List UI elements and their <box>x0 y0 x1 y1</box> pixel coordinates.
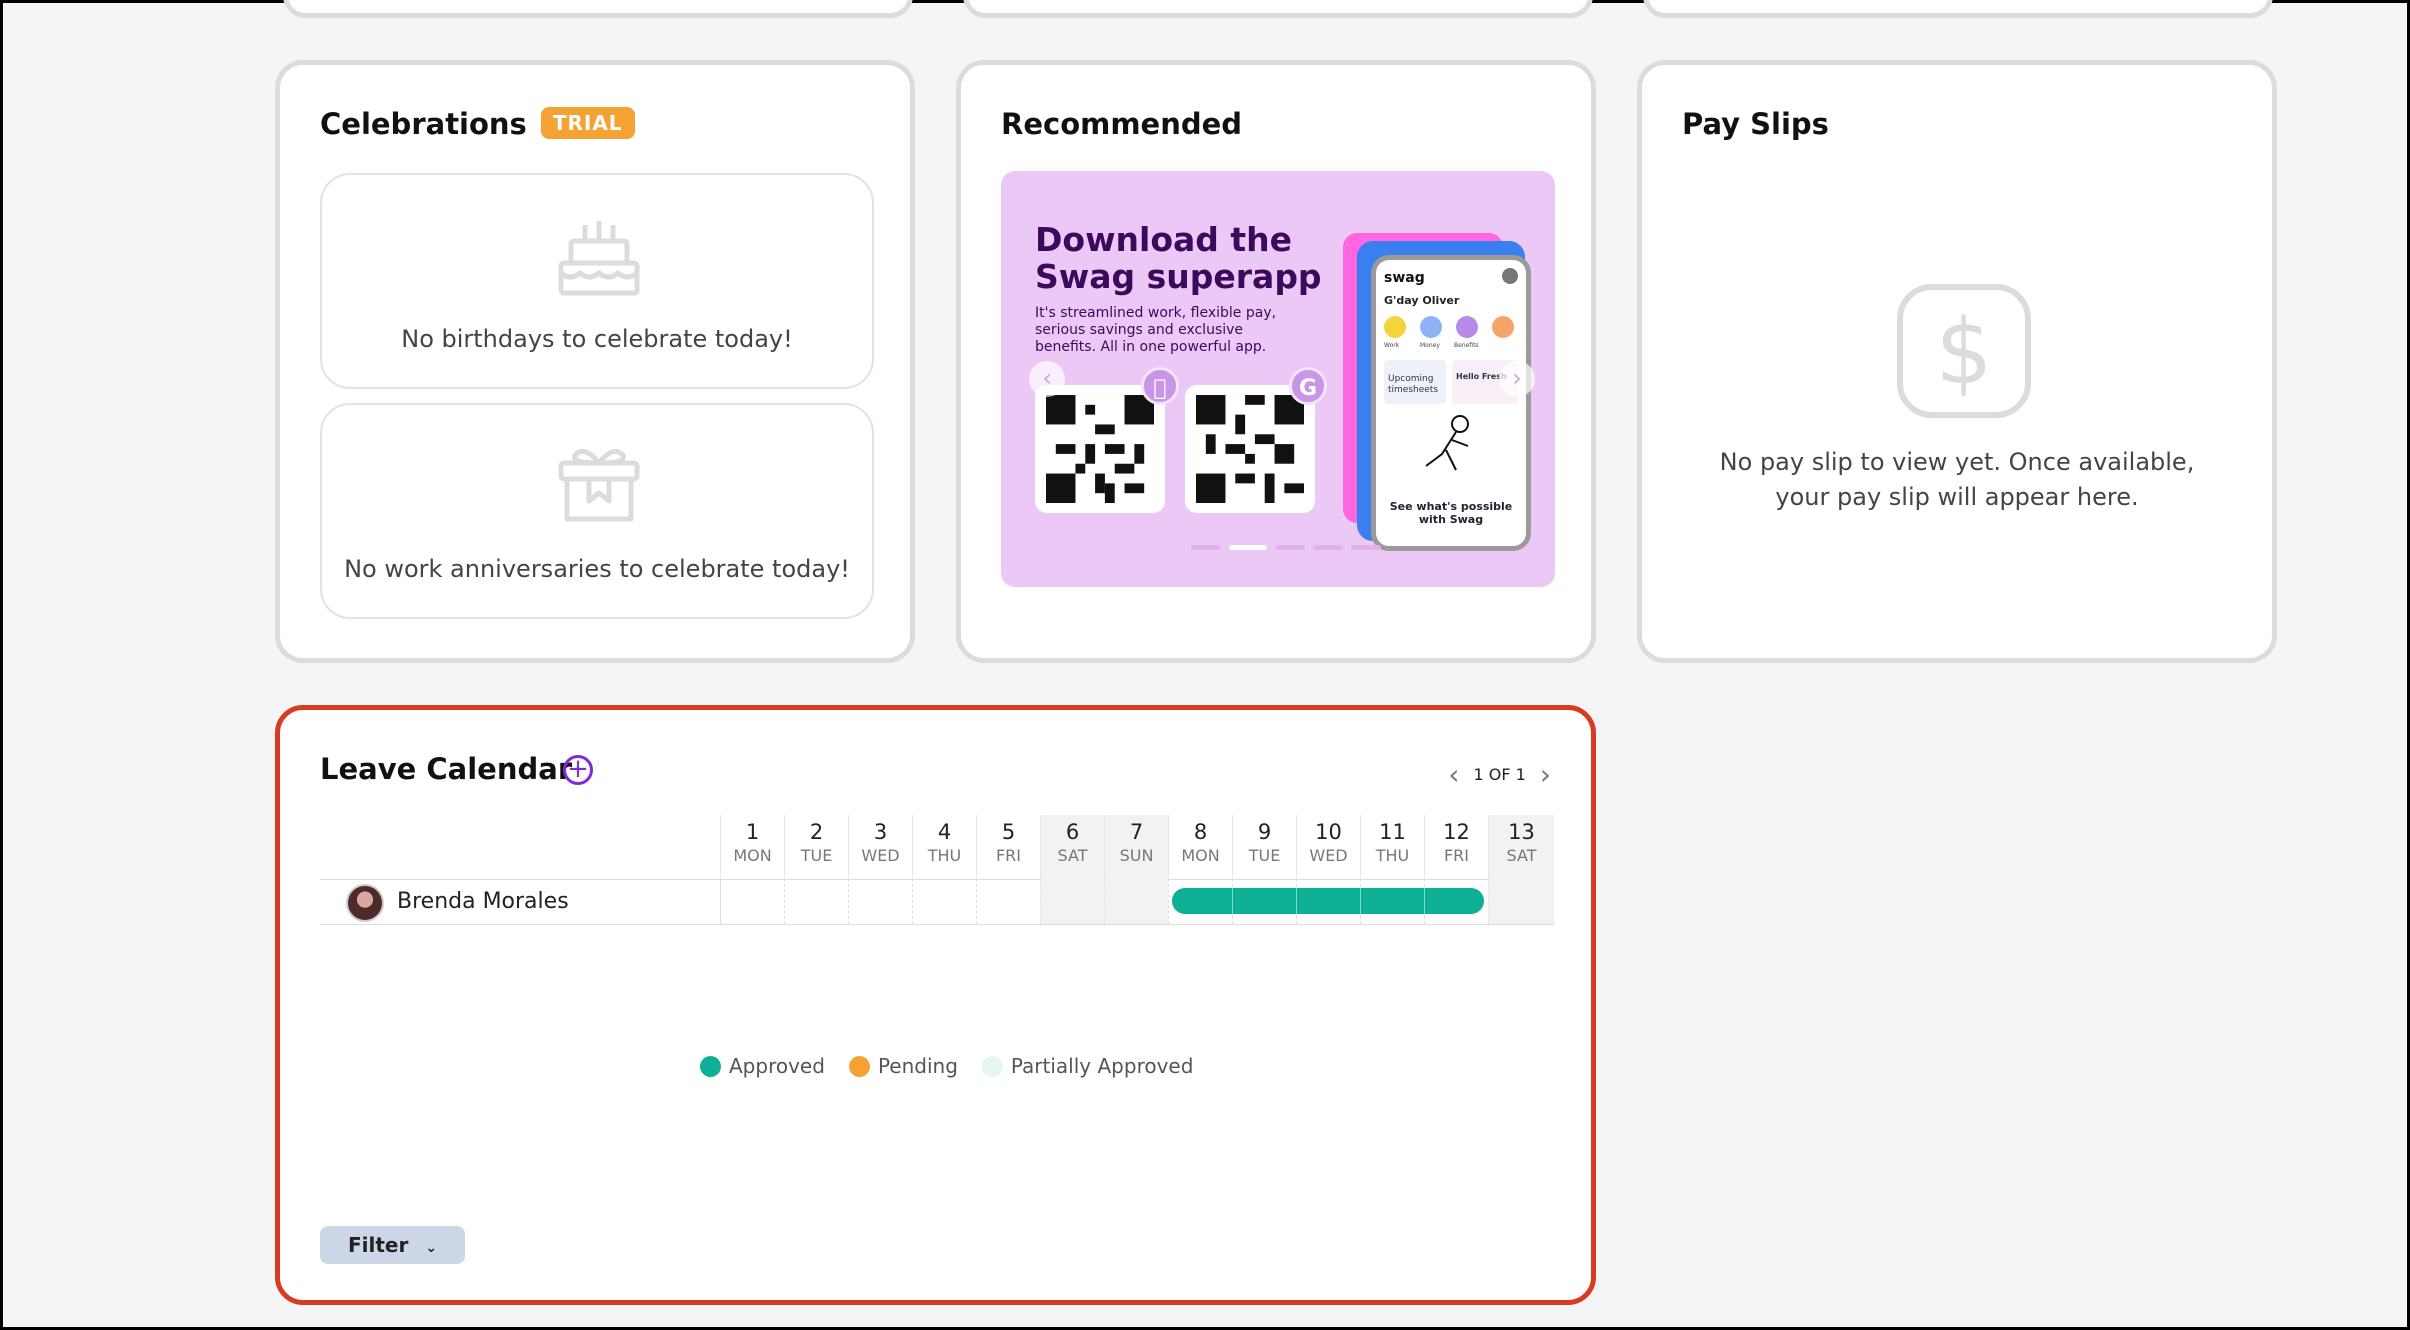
carousel-dot-active[interactable] <box>1229 545 1267 550</box>
qr-code-icon <box>1046 395 1154 503</box>
card-stub-middle <box>963 0 1593 18</box>
next-page-icon[interactable]: › <box>1540 758 1551 791</box>
phone-tile-timesheets: Upcoming timesheets <box>1384 360 1446 404</box>
leave-calendar-card: Leave Calendar + ‹ 1 OF 1 › 1 MON 2 TUE … <box>275 705 1596 1305</box>
day-cell[interactable] <box>848 879 912 924</box>
day-header-11: 11 THU <box>1360 815 1424 879</box>
google-icon: G <box>1289 367 1327 405</box>
day-cell-weekend[interactable] <box>1040 879 1104 924</box>
approved-leave-bar[interactable] <box>1172 888 1484 914</box>
day-header-4: 4 THU <box>912 815 976 879</box>
legend-pending: Pending <box>848 1054 958 1078</box>
page-indicator: 1 OF 1 <box>1473 765 1526 784</box>
trial-badge: TRIAL <box>540 107 635 139</box>
day-header-12: 12 FRI <box>1424 815 1488 879</box>
carousel-dot[interactable] <box>1191 545 1221 550</box>
payslips-card: Pay Slips $ No pay slip to view yet. Onc… <box>1637 60 2277 663</box>
payslips-empty-message: No pay slip to view yet. Once available,… <box>1719 448 2195 511</box>
payslips-title: Pay Slips <box>1682 107 1829 141</box>
phone-cta: See what's possible with Swag <box>1389 500 1513 526</box>
employee-name: Brenda Morales <box>397 889 569 914</box>
day-header-6: 6 SAT <box>1040 815 1104 879</box>
phone-greeting: G'day Oliver <box>1384 294 1460 307</box>
carousel-dot[interactable] <box>1313 545 1343 550</box>
leave-calendar-grid: 1 MON 2 TUE 3 WED 4 THU 5 FRI 6 SAT 7 SU… <box>320 815 1554 1078</box>
leave-calendar-title: Leave Calendar <box>320 752 573 786</box>
day-cell-weekend[interactable] <box>1104 879 1168 924</box>
phone-shortcut-4 <box>1492 316 1514 338</box>
prev-page-icon[interactable]: ‹ <box>1448 758 1459 791</box>
day-header-2: 2 TUE <box>784 815 848 879</box>
leave-legend: Approved Pending Partially Approved <box>700 1054 1193 1078</box>
day-header-5: 5 FRI <box>976 815 1040 879</box>
carousel-dots <box>1191 545 1381 550</box>
carousel-dot[interactable] <box>1275 545 1305 550</box>
recommended-title: Recommended <box>1001 107 1243 141</box>
day-header-1: 1 MON <box>720 815 784 879</box>
phone-brand: swag <box>1384 270 1425 286</box>
banner-prev-button[interactable]: ‹ <box>1029 361 1065 397</box>
phone-shortcut-3 <box>1456 316 1478 338</box>
phone-mockup: swag G'day Oliver Work Money Benefits Up… <box>1371 255 1531 551</box>
legend-partially-approved: Partially Approved <box>981 1054 1193 1078</box>
filter-button[interactable]: Filter ⌄ <box>320 1226 466 1264</box>
chevron-down-icon: ⌄ <box>425 1240 438 1256</box>
day-cell-weekend[interactable] <box>1488 879 1554 924</box>
day-cell[interactable] <box>784 879 848 924</box>
card-stub-right <box>1643 0 2273 18</box>
pending-dot-icon <box>848 1055 870 1077</box>
day-cell[interactable] <box>720 879 784 924</box>
card-stub-left <box>283 0 913 18</box>
day-header-7: 7 SUN <box>1104 815 1168 879</box>
phone-shortcut-label-1: Work <box>1384 342 1400 349</box>
partial-dot-icon <box>981 1055 1003 1077</box>
anniversaries-empty-message: No work anniversaries to celebrate today… <box>344 555 850 583</box>
carousel-dot[interactable] <box>1351 545 1381 550</box>
calendar-pager: ‹ 1 OF 1 › <box>1448 758 1551 791</box>
day-cell[interactable] <box>912 879 976 924</box>
birthdays-empty-message: No birthdays to celebrate today! <box>401 325 793 353</box>
day-cell[interactable] <box>976 879 1040 924</box>
google-qr-code[interactable] <box>1185 385 1315 513</box>
banner-subtext: It's streamlined work, flexible pay, ser… <box>1035 305 1277 355</box>
approved-dot-icon <box>700 1055 721 1077</box>
apple-qr-code[interactable] <box>1035 385 1165 513</box>
phone-shortcut-2 <box>1420 316 1442 338</box>
qr-code-icon <box>1196 395 1304 503</box>
banner-next-button[interactable]: › <box>1499 361 1535 397</box>
apple-icon:  <box>1141 367 1179 405</box>
day-header-8: 8 MON <box>1168 815 1232 879</box>
dollar-icon: $ <box>1897 284 2031 418</box>
phone-illustration <box>1425 415 1469 471</box>
day-header-9: 9 TUE <box>1232 815 1296 879</box>
celebrations-title: Celebrations TRIAL <box>320 107 635 141</box>
phone-shortcut-label-3: Benefits <box>1454 342 1479 349</box>
day-header-10: 10 WED <box>1296 815 1360 879</box>
add-leave-button[interactable]: + <box>563 755 593 785</box>
swag-app-banner[interactable]: Download the Swag superapp It's streamli… <box>1001 171 1555 587</box>
birthday-cake-icon <box>558 221 640 296</box>
recommended-card: Recommended Download the Swag superapp I… <box>956 60 1596 663</box>
anniversaries-panel: No work anniversaries to celebrate today… <box>320 403 874 619</box>
svg-text:$: $ <box>1935 300 1992 405</box>
day-header-3: 3 WED <box>848 815 912 879</box>
birthdays-panel: No birthdays to celebrate today! <box>320 173 874 389</box>
phone-shortcut-1 <box>1384 316 1406 338</box>
banner-headline: Download the Swag superapp <box>1035 220 1322 296</box>
celebrations-card: Celebrations TRIAL No birthdays to celebr… <box>275 60 915 663</box>
phone-avatar <box>1502 268 1518 284</box>
phone-shortcut-label-2: Money <box>1420 342 1440 349</box>
avatar <box>346 884 384 922</box>
gift-icon <box>558 448 640 522</box>
legend-approved: Approved <box>700 1054 825 1078</box>
day-header-13: 13 SAT <box>1488 815 1554 879</box>
